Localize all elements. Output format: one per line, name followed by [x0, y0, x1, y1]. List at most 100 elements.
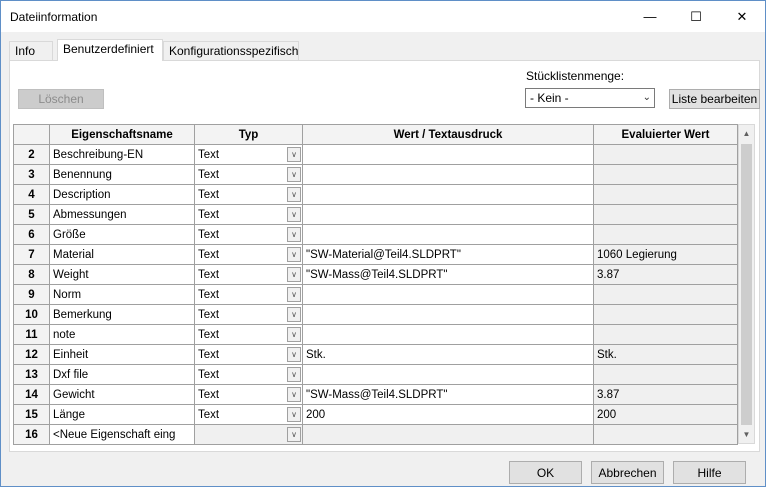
property-value-cell[interactable]: [302, 424, 594, 445]
column-header-type[interactable]: Typ: [194, 124, 303, 145]
property-name-cell[interactable]: <Neue Eigenschaft eing: [49, 424, 195, 445]
table-row[interactable]: 11 note Text ∨: [13, 324, 738, 345]
table-row[interactable]: 2 Beschreibung-EN Text ∨: [13, 144, 738, 165]
property-name-cell[interactable]: Einheit: [49, 344, 195, 365]
row-number[interactable]: 10: [13, 304, 50, 325]
property-type-cell[interactable]: Text ∨: [194, 164, 303, 185]
chevron-down-icon[interactable]: ∨: [287, 407, 301, 422]
table-row[interactable]: 7 Material Text ∨ "SW-Material@Teil4.SLDPRT"…: [13, 244, 738, 265]
property-type-cell[interactable]: Text ∨: [194, 204, 303, 225]
property-value-cell[interactable]: [302, 364, 594, 385]
bom-quantity-select[interactable]: - Kein - ⌄: [525, 88, 655, 108]
edit-list-button[interactable]: Liste bearbeiten: [669, 89, 760, 109]
cancel-button[interactable]: Abbrechen: [591, 461, 664, 484]
delete-button[interactable]: Löschen: [18, 89, 104, 109]
table-row[interactable]: 12 Einheit Text ∨ Stk. Stk.: [13, 344, 738, 365]
row-number[interactable]: 5: [13, 204, 50, 225]
tab-custom[interactable]: Benutzerdefiniert: [57, 39, 163, 61]
row-number[interactable]: 9: [13, 284, 50, 305]
property-value-cell[interactable]: Stk.: [302, 344, 594, 365]
property-value-cell[interactable]: [302, 304, 594, 325]
property-type-cell[interactable]: Text ∨: [194, 404, 303, 425]
row-number[interactable]: 14: [13, 384, 50, 405]
column-header-value[interactable]: Wert / Textausdruck: [302, 124, 594, 145]
chevron-down-icon[interactable]: ∨: [287, 427, 301, 442]
chevron-down-icon[interactable]: ∨: [287, 367, 301, 382]
property-value-cell[interactable]: [302, 284, 594, 305]
chevron-down-icon[interactable]: ∨: [287, 347, 301, 362]
close-button[interactable]: ✕: [719, 1, 765, 32]
property-name-cell[interactable]: Länge: [49, 404, 195, 425]
property-value-cell[interactable]: [302, 224, 594, 245]
property-type-cell[interactable]: Text ∨: [194, 184, 303, 205]
property-name-cell[interactable]: note: [49, 324, 195, 345]
property-value-cell[interactable]: [302, 164, 594, 185]
chevron-down-icon[interactable]: ∨: [287, 167, 301, 182]
table-row[interactable]: 15 Länge Text ∨ 200 200: [13, 404, 738, 425]
table-scrollbar[interactable]: ▲ ▼: [738, 124, 755, 444]
row-number[interactable]: 6: [13, 224, 50, 245]
chevron-down-icon[interactable]: ∨: [287, 267, 301, 282]
chevron-down-icon[interactable]: ∨: [287, 307, 301, 322]
table-row[interactable]: 5 Abmessungen Text ∨: [13, 204, 738, 225]
row-number[interactable]: 2: [13, 144, 50, 165]
tab-info[interactable]: Info: [9, 41, 53, 61]
minimize-button[interactable]: —: [627, 1, 673, 32]
property-type-cell[interactable]: Text ∨: [194, 224, 303, 245]
maximize-button[interactable]: ☐: [673, 1, 719, 32]
property-type-cell[interactable]: Text ∨: [194, 264, 303, 285]
property-type-cell[interactable]: Text ∨: [194, 284, 303, 305]
property-name-cell[interactable]: Description: [49, 184, 195, 205]
property-value-cell[interactable]: [302, 204, 594, 225]
property-name-cell[interactable]: Material: [49, 244, 195, 265]
chevron-down-icon[interactable]: ∨: [287, 327, 301, 342]
property-type-cell[interactable]: ∨: [194, 424, 303, 445]
property-type-cell[interactable]: Text ∨: [194, 304, 303, 325]
property-name-cell[interactable]: Größe: [49, 224, 195, 245]
row-number[interactable]: 3: [13, 164, 50, 185]
property-value-cell[interactable]: "SW-Material@Teil4.SLDPRT": [302, 244, 594, 265]
row-number[interactable]: 15: [13, 404, 50, 425]
property-type-cell[interactable]: Text ∨: [194, 144, 303, 165]
chevron-down-icon[interactable]: ∨: [287, 287, 301, 302]
chevron-down-icon[interactable]: ∨: [287, 387, 301, 402]
property-name-cell[interactable]: Norm: [49, 284, 195, 305]
property-type-cell[interactable]: Text ∨: [194, 344, 303, 365]
property-type-cell[interactable]: Text ∨: [194, 244, 303, 265]
property-type-cell[interactable]: Text ∨: [194, 324, 303, 345]
chevron-down-icon[interactable]: ∨: [287, 147, 301, 162]
chevron-down-icon[interactable]: ∨: [287, 247, 301, 262]
row-number[interactable]: 16: [13, 424, 50, 445]
row-number[interactable]: 13: [13, 364, 50, 385]
property-name-cell[interactable]: Dxf file: [49, 364, 195, 385]
table-row[interactable]: 14 Gewicht Text ∨ "SW-Mass@Teil4.SLDPRT" 3.87: [13, 384, 738, 405]
table-row[interactable]: 3 Benennung Text ∨: [13, 164, 738, 185]
table-row[interactable]: 6 Größe Text ∨: [13, 224, 738, 245]
column-header-evaluated[interactable]: Evaluierter Wert: [593, 124, 738, 145]
property-value-cell[interactable]: "SW-Mass@Teil4.SLDPRT": [302, 264, 594, 285]
property-name-cell[interactable]: Weight: [49, 264, 195, 285]
property-name-cell[interactable]: Benennung: [49, 164, 195, 185]
property-value-cell[interactable]: "SW-Mass@Teil4.SLDPRT": [302, 384, 594, 405]
property-value-cell[interactable]: [302, 324, 594, 345]
property-type-cell[interactable]: Text ∨: [194, 384, 303, 405]
row-number[interactable]: 4: [13, 184, 50, 205]
table-row[interactable]: 4 Description Text ∨: [13, 184, 738, 205]
row-number[interactable]: 12: [13, 344, 50, 365]
help-button[interactable]: Hilfe: [673, 461, 746, 484]
scrollbar-thumb[interactable]: [741, 144, 752, 425]
table-row[interactable]: 8 Weight Text ∨ "SW-Mass@Teil4.SLDPRT" 3.87: [13, 264, 738, 285]
table-row[interactable]: 13 Dxf file Text ∨: [13, 364, 738, 385]
property-name-cell[interactable]: Abmessungen: [49, 204, 195, 225]
column-header-name[interactable]: Eigenschaftsname: [49, 124, 195, 145]
row-number[interactable]: 8: [13, 264, 50, 285]
tab-config-specific[interactable]: Konfigurationsspezifisch: [163, 41, 299, 61]
chevron-down-icon[interactable]: ∨: [287, 227, 301, 242]
scroll-up-icon[interactable]: ▲: [739, 125, 754, 142]
table-row[interactable]: 9 Norm Text ∨: [13, 284, 738, 305]
chevron-down-icon[interactable]: ∨: [287, 187, 301, 202]
property-value-cell[interactable]: 200: [302, 404, 594, 425]
row-number[interactable]: 7: [13, 244, 50, 265]
property-value-cell[interactable]: [302, 144, 594, 165]
property-name-cell[interactable]: Beschreibung-EN: [49, 144, 195, 165]
